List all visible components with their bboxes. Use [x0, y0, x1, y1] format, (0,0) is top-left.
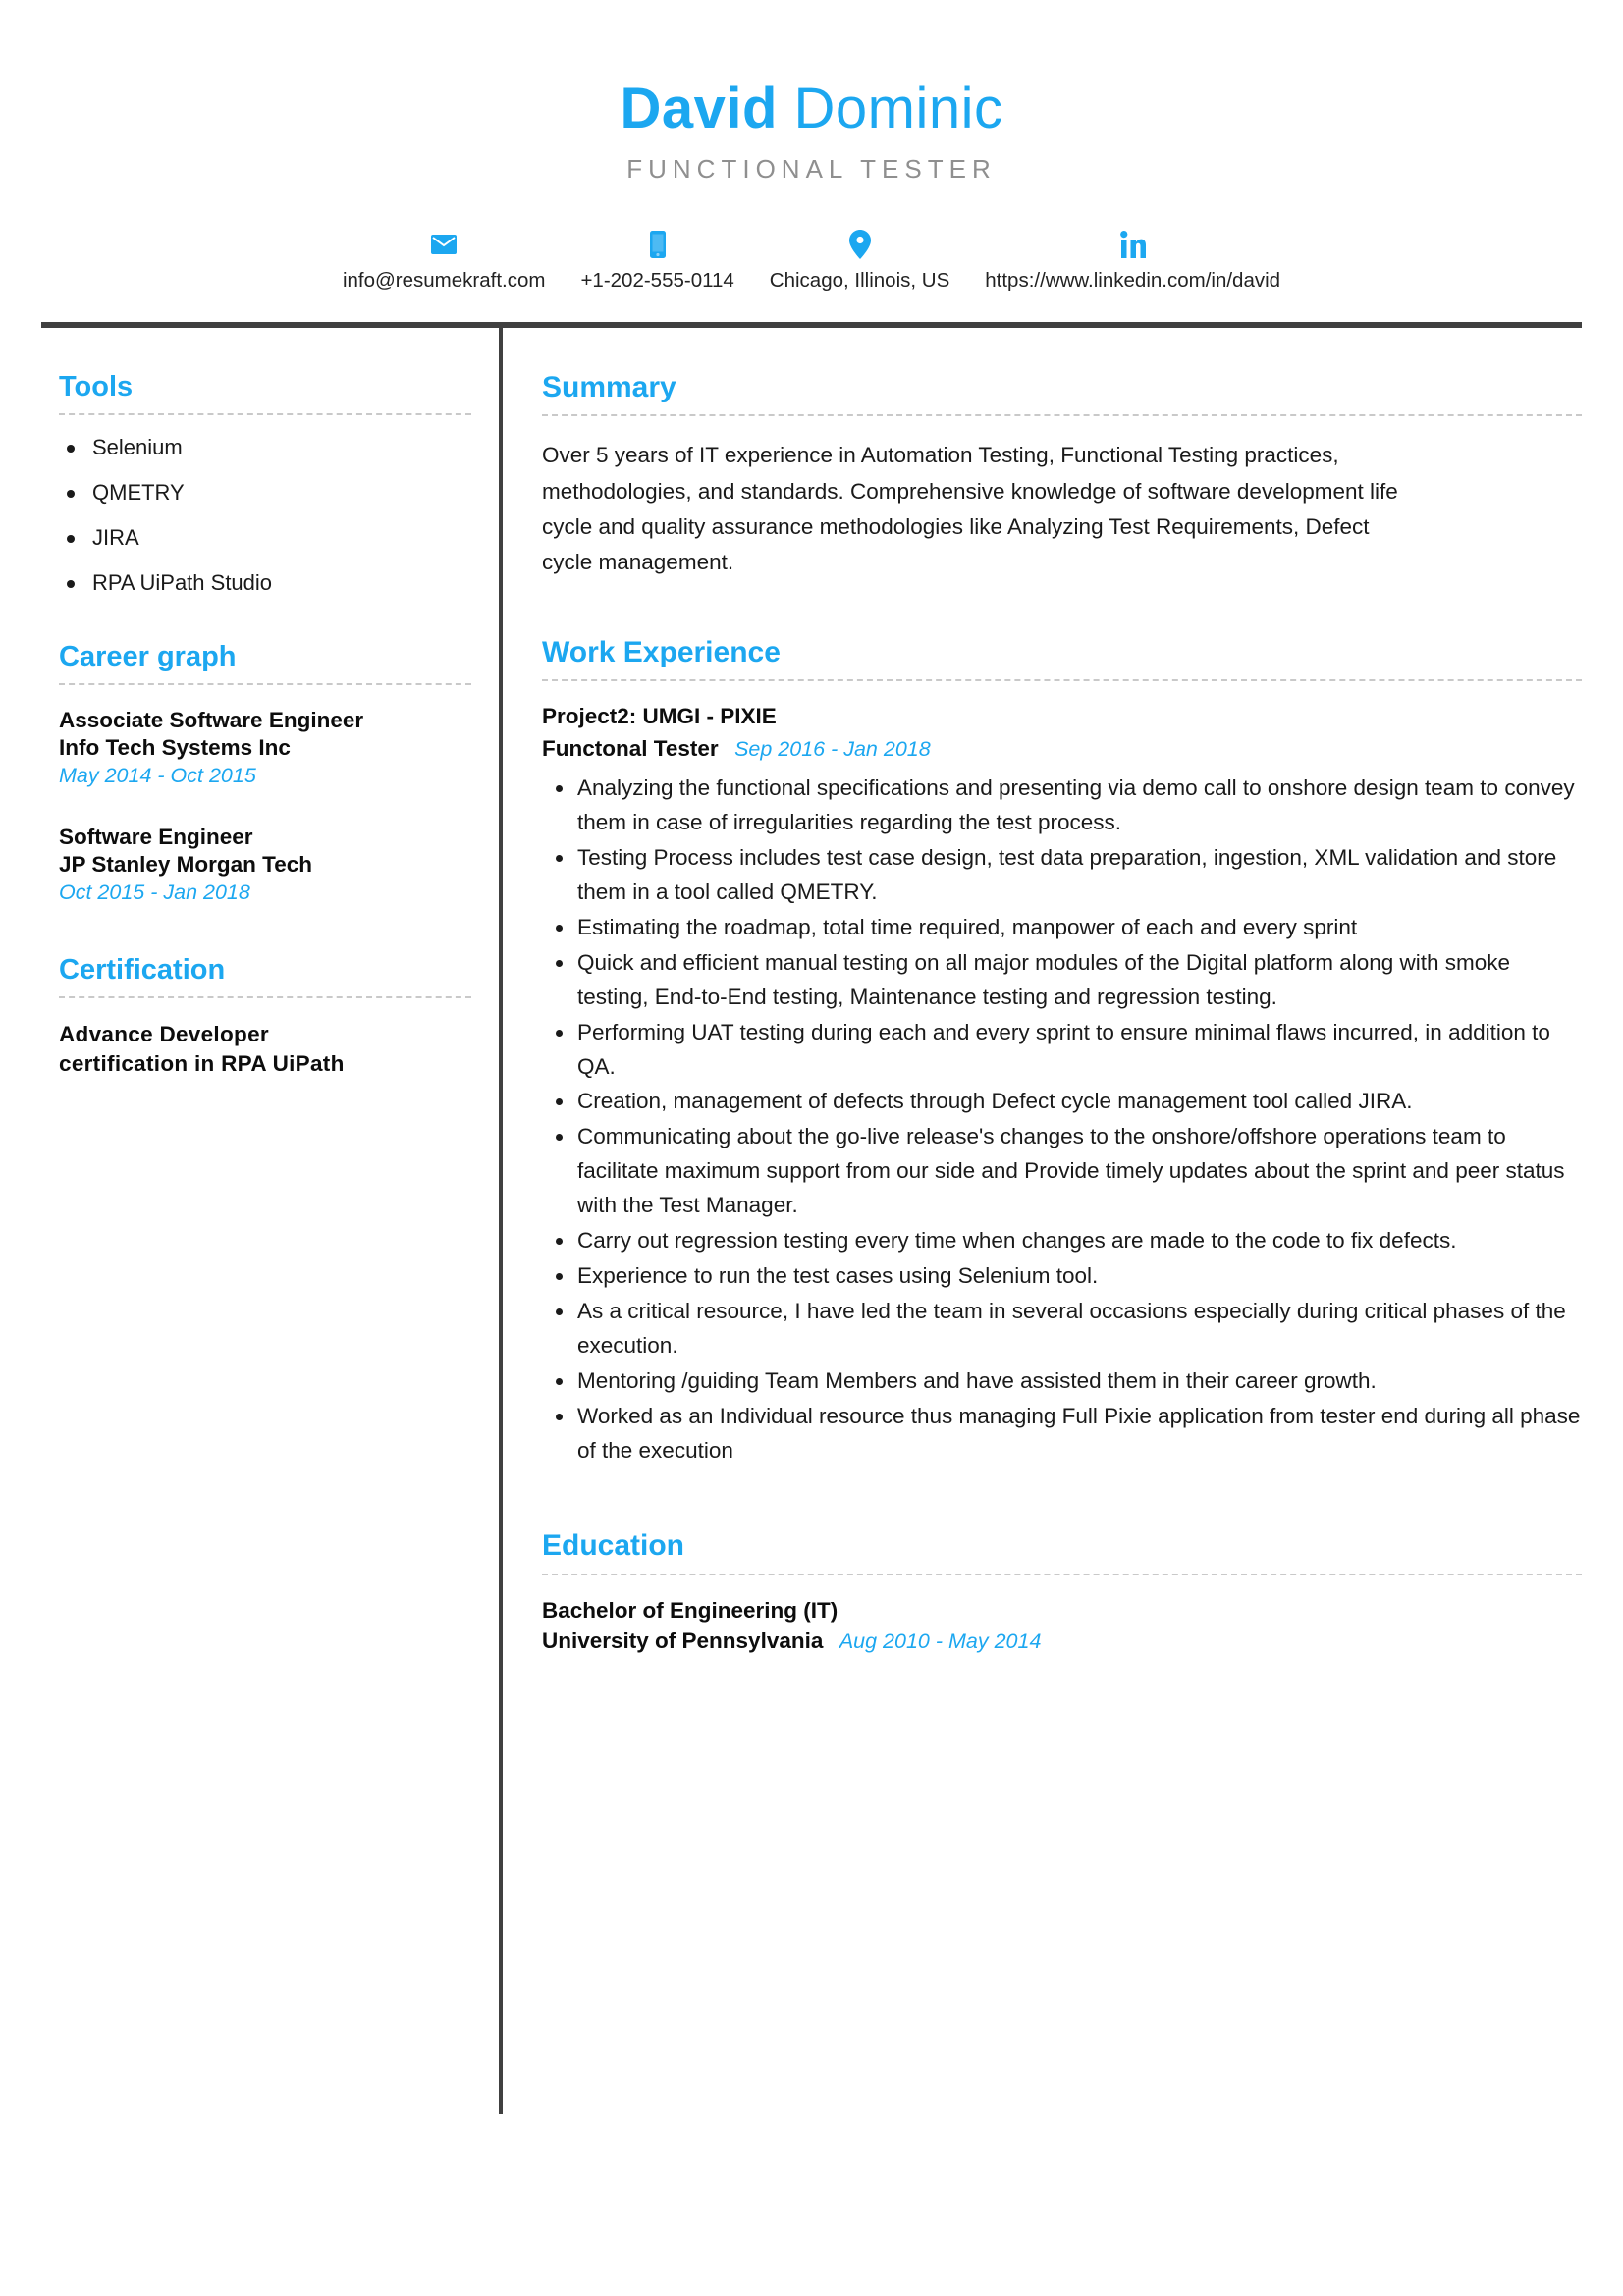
list-item: Creation, management of defects through … — [542, 1085, 1582, 1119]
section-rule-summary — [542, 414, 1582, 417]
candidate-first-name: David — [620, 77, 778, 140]
list-item: RPA UiPath Studio — [59, 571, 471, 594]
section-title-tools: Tools — [59, 370, 134, 402]
section-title-career-graph: Career graph — [59, 640, 237, 672]
section-rule-career-graph — [59, 683, 471, 686]
section-summary: Summary Over 5 years of IT experience in… — [542, 371, 1582, 581]
job-project-name: Project2: UMGI - PIXIE — [542, 704, 777, 729]
education-entry: Bachelor of Engineering (IT) University … — [542, 1595, 1582, 1657]
contact-email-text: info@resumekraft.com — [342, 268, 546, 292]
list-item: Mentoring /guiding Team Members and have… — [542, 1364, 1582, 1399]
list-item: QMETRY — [59, 481, 471, 504]
section-certification: Certification Advance Developer certific… — [59, 954, 471, 1078]
career-entry: Associate Software Engineer Info Tech Sy… — [59, 707, 471, 790]
education-school-line: University of Pennsylvania Aug 2010 - Ma… — [542, 1626, 1582, 1657]
list-item: Experience to run the test cases using S… — [542, 1259, 1582, 1294]
list-item: Communicating about the go-live release'… — [542, 1120, 1582, 1223]
contact-location-text: Chicago, Illinois, US — [769, 268, 950, 292]
list-item: Worked as an Individual resource thus ma… — [542, 1400, 1582, 1468]
contact-item-email[interactable]: info@resumekraft.com — [325, 228, 564, 293]
candidate-name: David Dominic — [41, 77, 1582, 140]
career-entry-dates: Oct 2015 - Jan 2018 — [59, 881, 250, 904]
list-item: Analyzing the functional specifications … — [542, 772, 1582, 840]
section-rule-education — [542, 1573, 1582, 1575]
section-rule-tools — [59, 412, 471, 415]
phone-icon — [649, 228, 666, 261]
section-tools: Tools Selenium QMETRY JIRA RPA UiPath St… — [59, 371, 471, 594]
tools-list: Selenium QMETRY JIRA RPA UiPath Studio — [59, 436, 471, 594]
job-title: Functonal Tester — [542, 736, 719, 761]
education-degree: Bachelor of Engineering (IT) — [542, 1597, 839, 1623]
job-bullets: Analyzing the functional specifications … — [542, 772, 1582, 1469]
list-item: As a critical resource, I have led the t… — [542, 1295, 1582, 1363]
career-entry-role: Software Engineer — [59, 825, 253, 850]
candidate-job-title: FUNCTIONAL TESTER — [626, 153, 997, 184]
resume-page: David Dominic FUNCTIONAL TESTER info@res… — [0, 0, 1623, 2296]
contact-linkedin-text: https://www.linkedin.com/in/david — [985, 268, 1281, 292]
list-item: Testing Process includes test case desig… — [542, 841, 1582, 910]
section-title-education: Education — [542, 1529, 685, 1563]
linkedin-icon — [1119, 228, 1146, 261]
certification-line-1: Advance Developer — [59, 1022, 269, 1047]
contact-row: info@resumekraft.com +1-202-555-0114 Chi… — [41, 228, 1582, 293]
location-pin-icon — [848, 228, 871, 261]
sidebar-column: Tools Selenium QMETRY JIRA RPA UiPath St… — [41, 328, 499, 2114]
certification-line-2: certification in RPA UiPath — [59, 1050, 345, 1076]
resume-body: Tools Selenium QMETRY JIRA RPA UiPath St… — [41, 327, 1582, 2114]
job-title-line: Functonal Tester Sep 2016 - Jan 2018 — [542, 733, 1582, 766]
section-career-graph: Career graph Associate Software Engineer… — [59, 641, 471, 907]
list-item: JIRA — [59, 526, 471, 549]
career-entry-role: Associate Software Engineer — [59, 708, 364, 733]
section-rule-work-experience — [542, 679, 1582, 682]
career-entry: Software Engineer JP Stanley Morgan Tech… — [59, 824, 471, 907]
career-entry-dates: May 2014 - Oct 2015 — [59, 764, 256, 788]
career-entry-organization: JP Stanley Morgan Tech — [59, 851, 312, 877]
contact-item-phone[interactable]: +1-202-555-0114 — [563, 228, 751, 293]
envelope-icon — [431, 228, 458, 261]
career-entry-organization: Info Tech Systems Inc — [59, 734, 291, 760]
contact-phone-text: +1-202-555-0114 — [580, 268, 734, 292]
education-school: University of Pennsylvania — [542, 1628, 824, 1653]
list-item: Selenium — [59, 436, 471, 458]
job-dates: Sep 2016 - Jan 2018 — [734, 737, 931, 761]
summary-text: Over 5 years of IT experience in Automat… — [542, 443, 1398, 575]
section-rule-certification — [59, 996, 471, 999]
section-work-experience: Work Experience Project2: UMGI - PIXIE F… — [542, 636, 1582, 1468]
resume-header: David Dominic FUNCTIONAL TESTER — [41, 0, 1582, 185]
contact-item-location[interactable]: Chicago, Illinois, US — [752, 228, 967, 293]
list-item: Performing UAT testing during each and e… — [542, 1016, 1582, 1085]
section-title-work-experience: Work Experience — [542, 635, 781, 668]
education-dates: Aug 2010 - May 2014 — [839, 1629, 1042, 1653]
certification-entry: Advance Developer certification in RPA U… — [59, 1020, 471, 1078]
section-education: Education Bachelor of Engineering (IT) U… — [542, 1529, 1582, 1656]
main-column: Summary Over 5 years of IT experience in… — [503, 328, 1582, 2114]
contact-item-linkedin[interactable]: https://www.linkedin.com/in/david — [967, 228, 1298, 293]
list-item: Carry out regression testing every time … — [542, 1224, 1582, 1258]
job-entry: Project2: UMGI - PIXIE Functonal Tester … — [542, 701, 1582, 1468]
section-title-certification: Certification — [59, 953, 226, 986]
candidate-last-name: Dominic — [793, 77, 1003, 140]
section-title-summary: Summary — [542, 370, 676, 403]
list-item: Estimating the roadmap, total time requi… — [542, 911, 1582, 945]
list-item: Quick and efficient manual testing on al… — [542, 946, 1582, 1015]
